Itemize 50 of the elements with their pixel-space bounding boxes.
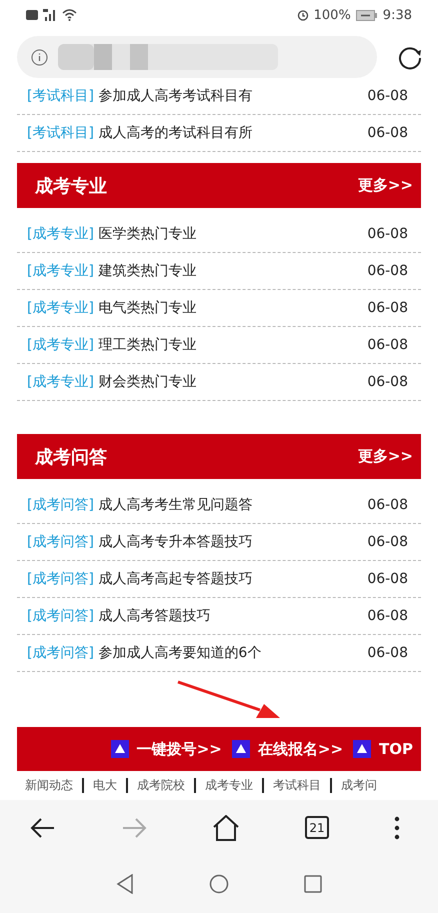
nav-link[interactable]: 成考院校 xyxy=(137,777,185,794)
article-link[interactable]: [成考问答] 成人高考高起专答题技巧 xyxy=(27,570,252,588)
article-date: 06-08 xyxy=(367,374,408,390)
article-link[interactable]: [成考问答] 成人高考专升本答题技巧 xyxy=(27,533,252,551)
article-link[interactable]: [考试科目] 参加成人高考考试科目有 xyxy=(27,87,252,105)
back-icon[interactable] xyxy=(30,816,56,838)
alarm-icon xyxy=(296,9,309,21)
more-link[interactable]: 更多>> xyxy=(358,176,413,195)
footer-link[interactable]: 一键拨号>> xyxy=(110,740,222,758)
recents-icon[interactable] xyxy=(304,875,322,893)
article-date: 06-08 xyxy=(367,497,408,513)
nav-link[interactable]: 电大 xyxy=(93,777,117,794)
wifi-icon xyxy=(62,9,77,21)
article-date: 06-08 xyxy=(367,125,408,141)
article-link[interactable]: [成考专业] 电气类热门专业 xyxy=(27,299,196,317)
more-link[interactable]: 更多>> xyxy=(358,447,413,466)
info-icon xyxy=(31,48,48,66)
battery-percent: 100% xyxy=(314,8,351,22)
article-date: 06-08 xyxy=(367,88,408,104)
article-link[interactable]: [成考问答] 成人高考考生常见问题答 xyxy=(27,496,252,514)
article-link[interactable]: [成考专业] 财会类热门专业 xyxy=(27,373,196,391)
article-link[interactable]: [成考专业] 建筑类热门专业 xyxy=(27,262,196,280)
article-link[interactable]: [成考问答] 参加成人高考要知道的6个 xyxy=(27,644,262,662)
nav-link[interactable]: 成考问 xyxy=(341,777,377,794)
section-title: 成考专业 xyxy=(35,174,107,198)
tab-count-button[interactable]: 21 xyxy=(305,816,329,839)
more-icon[interactable] xyxy=(394,816,400,840)
article-date: 06-08 xyxy=(367,571,408,587)
clock: 9:38 xyxy=(382,8,412,22)
nav-link[interactable]: 新闻动态 xyxy=(25,777,73,794)
article-link[interactable]: [成考专业] 医学类热门专业 xyxy=(27,225,196,243)
home-icon[interactable] xyxy=(212,814,240,840)
section-title: 成考问答 xyxy=(35,446,107,468)
battery-icon xyxy=(356,10,378,20)
nav-link[interactable]: 考试科目 xyxy=(273,777,321,794)
article-date: 06-08 xyxy=(367,263,408,279)
article-date: 06-08 xyxy=(367,534,408,550)
article-date: 06-08 xyxy=(367,337,408,353)
signal-icon xyxy=(43,9,57,21)
article-date: 06-08 xyxy=(367,608,408,624)
article-date: 06-08 xyxy=(367,300,408,316)
hd-icon xyxy=(26,10,38,20)
article-link[interactable]: [考试科目] 成人高考的考试科目有所 xyxy=(27,124,252,142)
footer-link[interactable]: TOP xyxy=(353,740,413,758)
article-date: 06-08 xyxy=(367,645,408,661)
article-link[interactable]: [成考问答] 成人高考答题技巧 xyxy=(27,607,210,625)
nav-link[interactable]: 成考专业 xyxy=(205,777,253,794)
article-date: 06-08 xyxy=(367,226,408,242)
article-link[interactable]: [成考专业] 理工类热门专业 xyxy=(27,336,196,354)
footer-link[interactable]: 在线报名>> xyxy=(232,740,344,758)
